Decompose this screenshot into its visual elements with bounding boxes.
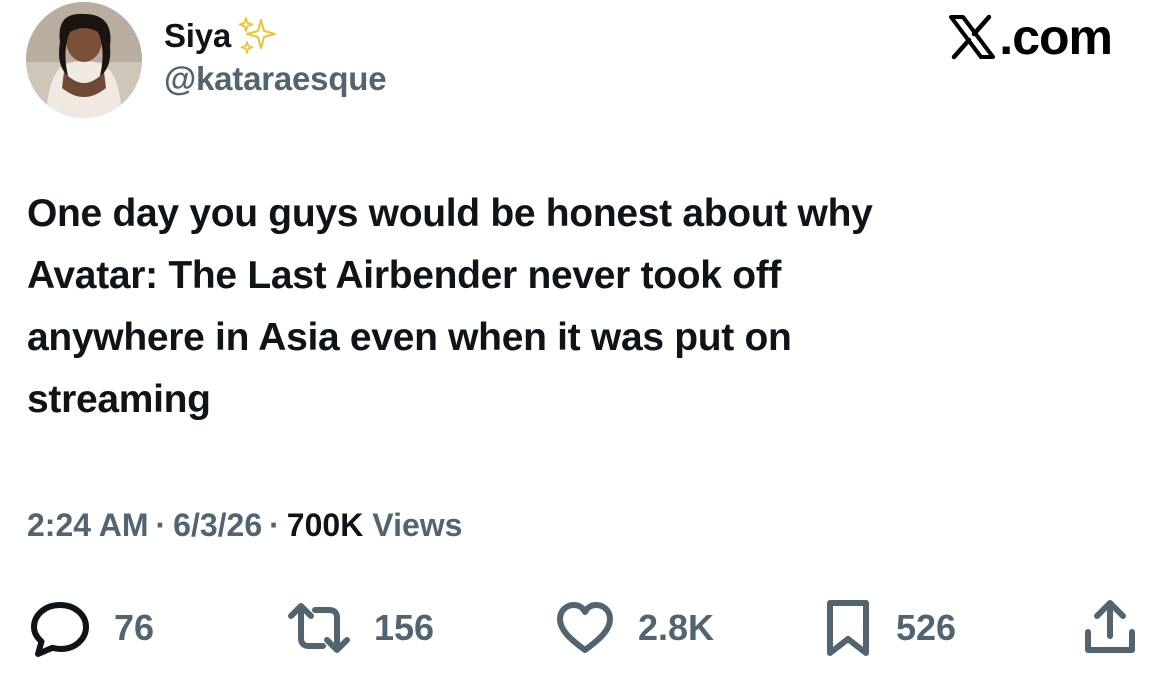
display-name[interactable]: Siya bbox=[164, 17, 231, 55]
share-button[interactable] bbox=[1080, 596, 1140, 660]
author-handle[interactable]: @kataraesque bbox=[164, 60, 387, 98]
views-label: Views bbox=[372, 507, 463, 543]
brand-watermark: .com bbox=[947, 8, 1113, 66]
tweet-text: One day you guys would be honest about w… bbox=[27, 192, 873, 421]
sparkles-icon bbox=[235, 14, 279, 58]
author-name-row: Siya bbox=[164, 12, 279, 60]
tweet-date[interactable]: 6/3/26 bbox=[173, 507, 262, 544]
bookmark-button[interactable]: 526 bbox=[822, 596, 956, 660]
reply-count: 76 bbox=[114, 607, 155, 648]
like-button[interactable]: 2.8K bbox=[554, 596, 714, 660]
like-count: 2.8K bbox=[638, 607, 715, 648]
reply-button[interactable]: 76 bbox=[28, 596, 154, 660]
avatar[interactable] bbox=[26, 2, 142, 118]
bookmark-count: 526 bbox=[896, 607, 957, 648]
share-icon bbox=[1080, 596, 1140, 660]
tweet-meta: 2:24 AM · 6/3/26 · 700K Views bbox=[27, 507, 462, 544]
brand-domain: .com bbox=[999, 9, 1113, 65]
views-count: 700K bbox=[286, 507, 364, 543]
meta-separator: · bbox=[155, 507, 167, 543]
x-logo-icon bbox=[947, 12, 997, 62]
tweet-time[interactable]: 2:24 AM bbox=[27, 507, 149, 544]
repost-button[interactable]: 156 bbox=[286, 596, 434, 660]
heart-icon bbox=[554, 596, 616, 660]
repost-icon bbox=[286, 596, 352, 660]
meta-separator: · bbox=[269, 507, 280, 543]
reply-icon bbox=[28, 596, 92, 660]
bookmark-icon bbox=[822, 596, 874, 660]
repost-count: 156 bbox=[374, 607, 435, 648]
